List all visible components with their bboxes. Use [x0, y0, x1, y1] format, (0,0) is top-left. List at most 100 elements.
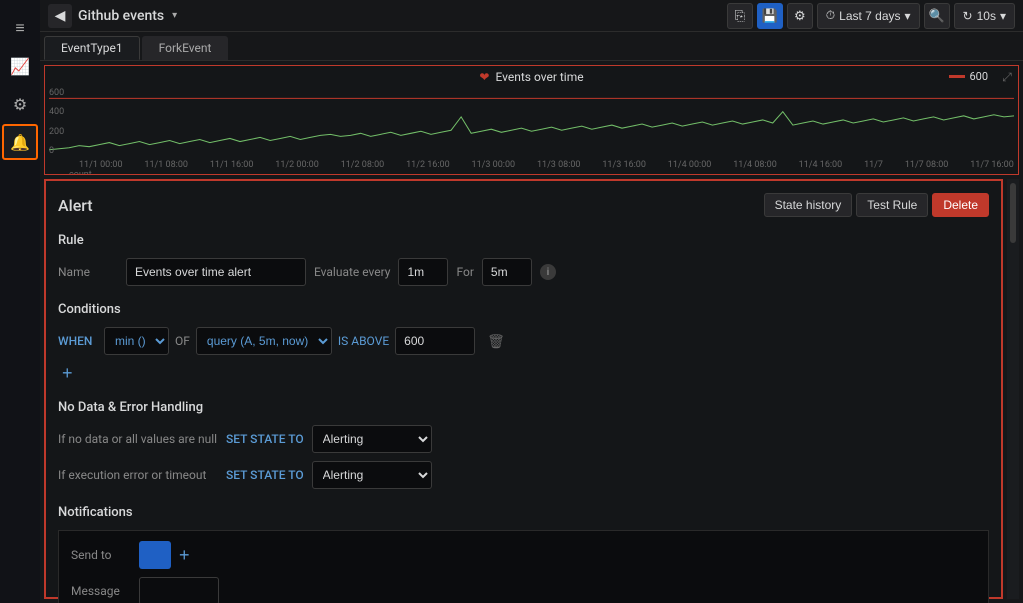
- alert-title: Alert: [58, 196, 93, 215]
- save-icon: 💾: [762, 8, 778, 24]
- state-history-button[interactable]: State history: [764, 193, 853, 217]
- send-to-row: Send to +: [71, 541, 976, 569]
- conditions-section: Conditions WHEN min () OF query (A, 5m, …: [58, 302, 989, 384]
- series-dash: [51, 175, 65, 176]
- y-axis-labels: 600 400 200 0: [49, 86, 64, 158]
- clock-icon: ⏱: [826, 8, 835, 23]
- state-select-2[interactable]: Alerting No Data Keep Last State OK: [312, 461, 432, 489]
- gear-icon: ⚙: [794, 8, 806, 24]
- chart-legend: 600: [949, 70, 988, 83]
- settings-button[interactable]: ⚙: [787, 3, 813, 29]
- add-channel-button[interactable]: +: [179, 545, 190, 566]
- delete-condition-button[interactable]: 🗑: [481, 331, 511, 352]
- settings-icon: ⚙: [13, 95, 27, 114]
- sidebar-item-layers[interactable]: ≡: [2, 10, 38, 46]
- tab-eventtype1[interactable]: EventType1: [44, 36, 140, 60]
- notifications-section: Notifications Send to + Message: [58, 505, 989, 603]
- time-range-caret: ▾: [905, 9, 911, 23]
- time-range-label: Last 7 days: [839, 9, 900, 23]
- main-content: ◀ Github events ▾ ⎘ 💾 ⚙ ⏱ Last 7 days ▾ …: [40, 0, 1023, 603]
- evaluate-label: Evaluate every: [314, 265, 390, 279]
- conditions-section-title: Conditions: [58, 302, 989, 317]
- scrollbar-panel: [1007, 179, 1019, 599]
- chart-title: Events over time: [495, 70, 583, 84]
- for-label: For: [456, 265, 473, 279]
- time-range-button[interactable]: ⏱ Last 7 days ▾: [817, 3, 920, 29]
- add-condition-button[interactable]: +: [58, 363, 77, 384]
- topbar-right: ⎘ 💾 ⚙ ⏱ Last 7 days ▾ 🔍 ↻ 10s ▾: [727, 3, 1015, 29]
- rule-section-title: Rule: [58, 233, 989, 248]
- tab-forkevent[interactable]: ForkEvent: [142, 36, 229, 60]
- is-above-label: IS ABOVE: [338, 334, 389, 348]
- for-duration-input[interactable]: [482, 258, 532, 286]
- no-data-section-title: No Data & Error Handling: [58, 400, 989, 415]
- rule-name-input[interactable]: [126, 258, 306, 286]
- search-icon: 🔍: [928, 8, 944, 24]
- when-label: WHEN: [58, 334, 98, 348]
- set-state-label-2: SET STATE TO: [226, 468, 304, 482]
- chart-series-label: count_: [49, 170, 1014, 175]
- chart-icon: 📈: [10, 57, 30, 76]
- share-icon: ⎘: [735, 8, 745, 24]
- sidebar-item-chart[interactable]: 📈: [2, 48, 38, 84]
- save-button[interactable]: 💾: [757, 3, 783, 29]
- content-area: Alert State history Test Rule Delete Rul…: [40, 175, 1023, 603]
- set-state-label-1: SET STATE TO: [226, 432, 304, 446]
- legend-color-box: [949, 75, 965, 78]
- expand-button[interactable]: ⤢: [998, 68, 1016, 86]
- refresh-icon: ↻: [963, 9, 973, 23]
- legend-value: 600: [969, 70, 988, 83]
- chart-svg: [49, 86, 1014, 158]
- query-select[interactable]: query (A, 5m, now): [196, 327, 332, 355]
- rule-section: Rule Name Evaluate every For i: [58, 233, 989, 286]
- message-label: Message: [71, 584, 131, 598]
- sidebar-item-settings[interactable]: ⚙: [2, 86, 38, 122]
- message-input[interactable]: [139, 577, 219, 603]
- dashboard-caret[interactable]: ▾: [172, 10, 177, 21]
- topbar: ◀ Github events ▾ ⎘ 💾 ⚙ ⏱ Last 7 days ▾ …: [40, 0, 1023, 32]
- panel-tabs: EventType1 ForkEvent: [40, 32, 1023, 61]
- function-select[interactable]: min (): [104, 327, 169, 355]
- bell-icon: 🔔: [10, 133, 30, 152]
- sidebar: ≡ 📈 ⚙ 🔔: [0, 0, 40, 603]
- test-rule-button[interactable]: Test Rule: [856, 193, 928, 217]
- chart-title-bar: ❤ Events over time: [49, 70, 1014, 84]
- no-data-label-1: If no data or all values are null: [58, 432, 218, 446]
- sidebar-item-alert[interactable]: 🔔: [2, 124, 38, 160]
- info-icon[interactable]: i: [540, 264, 556, 280]
- of-label: OF: [175, 334, 190, 348]
- dashboard-title: Github events: [78, 8, 164, 24]
- alert-header: Alert State history Test Rule Delete: [58, 193, 989, 217]
- search-button[interactable]: 🔍: [924, 3, 950, 29]
- back-button[interactable]: ◀: [48, 4, 72, 28]
- heart-icon: ❤: [479, 70, 489, 84]
- rule-row: Name Evaluate every For i: [58, 258, 989, 286]
- alert-panel: Alert State history Test Rule Delete Rul…: [44, 179, 1003, 599]
- layers-icon: ≡: [15, 18, 24, 38]
- no-data-row-1: If no data or all values are null SET ST…: [58, 425, 989, 453]
- refresh-caret: ▾: [1000, 9, 1006, 23]
- message-row: Message: [71, 577, 976, 603]
- refresh-button[interactable]: ↻ 10s ▾: [954, 3, 1015, 29]
- no-data-label-2: If execution error or timeout: [58, 468, 218, 482]
- name-label: Name: [58, 265, 118, 279]
- send-to-label: Send to: [71, 548, 131, 562]
- x-axis-labels: 11/1 00:00 11/1 08:00 11/1 16:00 11/2 00…: [49, 158, 1014, 170]
- channel-button[interactable]: [139, 541, 171, 569]
- share-button[interactable]: ⎘: [727, 3, 753, 29]
- notifications-section-title: Notifications: [58, 505, 989, 520]
- expand-icon: ⤢: [1002, 70, 1012, 85]
- threshold-input[interactable]: [395, 327, 475, 355]
- scrollbar-thumb[interactable]: [1010, 183, 1016, 243]
- chart-body: 600 400 200 0: [49, 86, 1014, 158]
- state-select-1[interactable]: Alerting No Data Keep Last State OK: [312, 425, 432, 453]
- no-data-row-2: If execution error or timeout SET STATE …: [58, 461, 989, 489]
- evaluate-interval-input[interactable]: [398, 258, 448, 286]
- notifications-inner: Send to + Message: [58, 530, 989, 603]
- condition-row: WHEN min () OF query (A, 5m, now) IS ABO…: [58, 327, 989, 355]
- refresh-interval: 10s: [977, 9, 996, 23]
- chart-panel: ❤ Events over time 600 600 400 200 0 11/…: [44, 65, 1019, 175]
- no-data-section: No Data & Error Handling If no data or a…: [58, 400, 989, 489]
- topbar-left: ◀ Github events ▾: [48, 4, 177, 28]
- delete-button[interactable]: Delete: [932, 193, 989, 217]
